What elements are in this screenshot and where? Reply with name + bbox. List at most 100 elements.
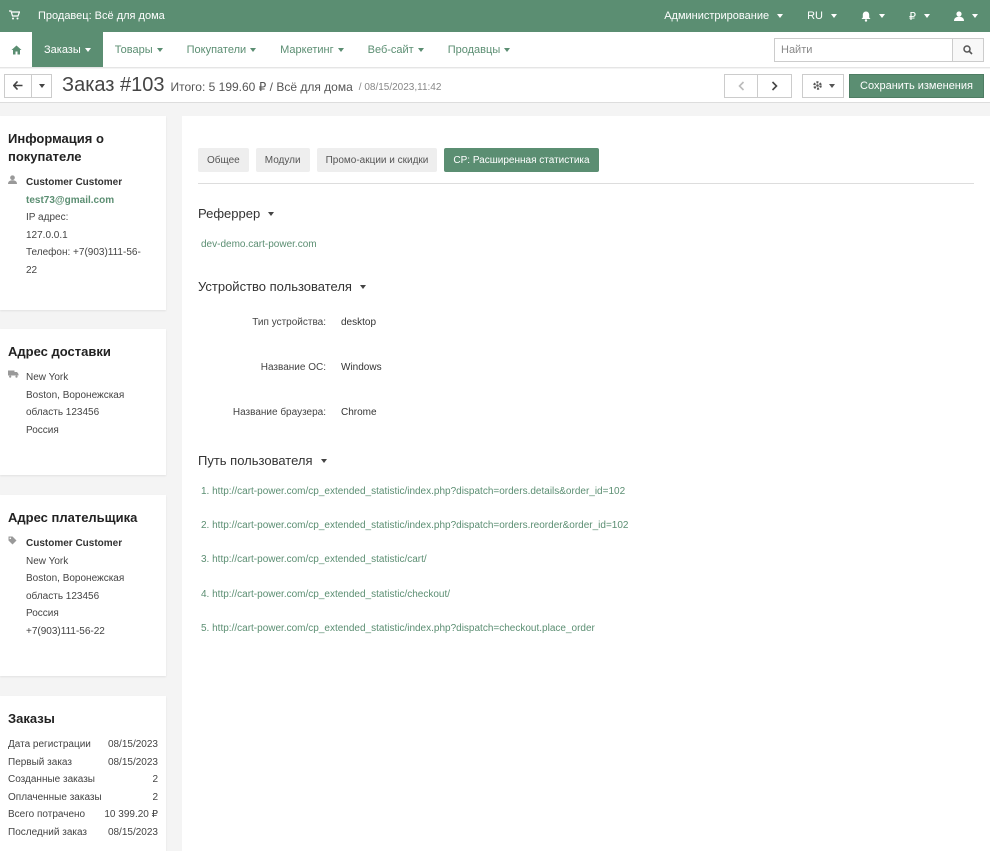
referrer-section-toggle[interactable]: Реферрер	[198, 206, 275, 221]
path-link[interactable]: 4. http://cart-power.com/cp_extended_sta…	[201, 589, 450, 600]
bell-icon	[861, 11, 871, 22]
nav-customers[interactable]: Покупатели	[175, 32, 269, 67]
billing-line: Россия	[26, 608, 59, 619]
user-icon	[8, 174, 26, 279]
browser-value: Chrome	[341, 407, 377, 418]
path-link[interactable]: 1. http://cart-power.com/cp_extended_sta…	[201, 486, 625, 497]
notifications-menu[interactable]	[849, 0, 897, 32]
tab-modules[interactable]: Модули	[255, 148, 310, 172]
stat-value: 08/15/2023	[107, 826, 158, 838]
tabs-divider	[198, 183, 974, 184]
browser-label: Название браузера:	[232, 407, 326, 418]
customer-name: Customer Customer	[26, 177, 123, 188]
path-link[interactable]: 2. http://cart-power.com/cp_extended_sta…	[201, 520, 628, 531]
back-dropdown-button[interactable]	[32, 73, 52, 98]
chevron-down-icon	[924, 14, 930, 18]
device-heading: Устройство пользователя	[198, 279, 352, 294]
chevron-down-icon	[337, 47, 344, 52]
chevron-down-icon	[828, 83, 835, 88]
stat-value: 2	[152, 774, 158, 785]
main-nav: Заказы Товары Покупатели Маркетинг Веб-с…	[0, 32, 990, 68]
nav-orders[interactable]: Заказы	[32, 32, 103, 67]
stat-label: Первый заказ	[8, 756, 72, 768]
chevron-down-icon	[504, 47, 511, 52]
cart-icon[interactable]	[0, 9, 28, 23]
orders-stats-panel: Заказы Дата регистрации 08/15/2023 Первый…	[0, 696, 166, 851]
gear-icon	[812, 81, 822, 90]
billing-name: Customer Customer	[26, 538, 123, 549]
language-label: RU	[807, 10, 823, 22]
nav-website[interactable]: Веб-сайт	[356, 32, 436, 67]
vendor-label[interactable]: Продавец: Всё для дома	[38, 10, 165, 22]
chevron-down-icon	[156, 47, 163, 52]
path-link[interactable]: 5. http://cart-power.com/cp_extended_sta…	[201, 623, 595, 634]
home-icon[interactable]	[0, 32, 32, 67]
path-link[interactable]: 3. http://cart-power.com/cp_extended_sta…	[201, 554, 427, 565]
top-bar: Продавец: Всё для дома Администрирование…	[0, 0, 990, 32]
nav-website-label: Веб-сайт	[367, 43, 414, 56]
nav-customers-label: Покупатели	[186, 43, 247, 56]
nav-products[interactable]: Товары	[103, 32, 175, 67]
shipping-line: область 123456	[26, 407, 100, 418]
referrer-heading: Реферрер	[198, 206, 261, 221]
back-button[interactable]	[4, 73, 32, 98]
user-icon	[954, 11, 964, 21]
chevron-down-icon	[417, 47, 424, 52]
billing-line: область 123456	[26, 590, 100, 602]
search-box	[774, 32, 990, 67]
tag-icon	[8, 535, 26, 640]
referrer-value: dev-demo.cart-power.com	[201, 239, 317, 250]
customer-info-heading: Информация о покупателе	[8, 131, 104, 164]
chevron-down-icon	[250, 47, 257, 52]
chevron-down-icon	[879, 14, 885, 18]
nav-vendors[interactable]: Продавцы	[436, 32, 523, 67]
language-menu[interactable]: RU	[795, 0, 849, 32]
admin-menu[interactable]: Администрирование	[652, 0, 795, 32]
chevron-right-icon	[771, 80, 778, 91]
prev-order-button[interactable]	[724, 73, 759, 98]
nav-marketing-label: Маркетинг	[280, 43, 334, 56]
path-section-toggle[interactable]: Путь пользователя	[198, 453, 327, 468]
stat-row: Последний заказ 08/15/2023	[8, 824, 158, 842]
path-heading: Путь пользователя	[198, 453, 313, 468]
stat-value: 10 399.20 ₽	[104, 809, 158, 820]
billing-line: +7(903)111-56-22	[26, 625, 105, 637]
shipping-line: Россия	[26, 424, 59, 436]
device-section-toggle[interactable]: Устройство пользователя	[198, 279, 366, 294]
shipping-address-panel: Адрес доставки New York Boston, Воронежс…	[0, 329, 166, 475]
chevron-down-icon	[38, 83, 45, 88]
settings-dropdown-button[interactable]	[802, 73, 845, 98]
nav-products-label: Товары	[114, 43, 153, 56]
chevron-down-icon	[320, 458, 327, 463]
order-total: Итого: 5 199.60 ₽ / Всё для дома	[170, 80, 353, 94]
tab-general[interactable]: Общее	[198, 148, 249, 172]
orders-heading: Заказы	[8, 711, 55, 726]
device-type-value: desktop	[341, 317, 377, 328]
stat-label: Оплаченные заказы	[8, 791, 102, 803]
customer-email-link[interactable]: test73@gmail.com	[26, 192, 158, 210]
stat-value: 08/15/2023	[107, 756, 158, 768]
user-menu[interactable]	[942, 0, 990, 32]
phone-line: Телефон: +7(903)111-56-	[26, 247, 141, 258]
save-changes-button[interactable]: Сохранить изменения	[849, 73, 984, 98]
next-order-button[interactable]	[758, 73, 793, 98]
stat-row: Оплаченные заказы 2	[8, 789, 158, 807]
nav-orders-label: Заказы	[44, 43, 81, 56]
stat-value: 08/15/2023	[107, 739, 158, 750]
chevron-down-icon	[268, 211, 275, 216]
search-input[interactable]	[774, 37, 952, 62]
ip-label: IP адрес:	[26, 212, 69, 223]
os-value: Windows	[341, 362, 382, 373]
billing-line: New York	[26, 555, 69, 567]
order-date: / 08/15/2023,11:42	[358, 82, 442, 93]
device-type-label: Тип устройства:	[252, 317, 326, 328]
stat-label: Всего потрачено	[8, 809, 86, 820]
tab-extended-statistics[interactable]: CP: Расширенная статистика	[444, 148, 599, 172]
stat-row: Созданные заказы 2	[8, 771, 158, 789]
nav-marketing[interactable]: Маркетинг	[268, 32, 355, 67]
tab-promotions[interactable]: Промо-акции и скидки	[316, 148, 438, 172]
truck-icon	[8, 369, 26, 439]
admin-menu-label: Администрирование	[664, 10, 770, 22]
search-button[interactable]	[952, 37, 984, 62]
currency-menu[interactable]: ₽	[897, 0, 942, 32]
